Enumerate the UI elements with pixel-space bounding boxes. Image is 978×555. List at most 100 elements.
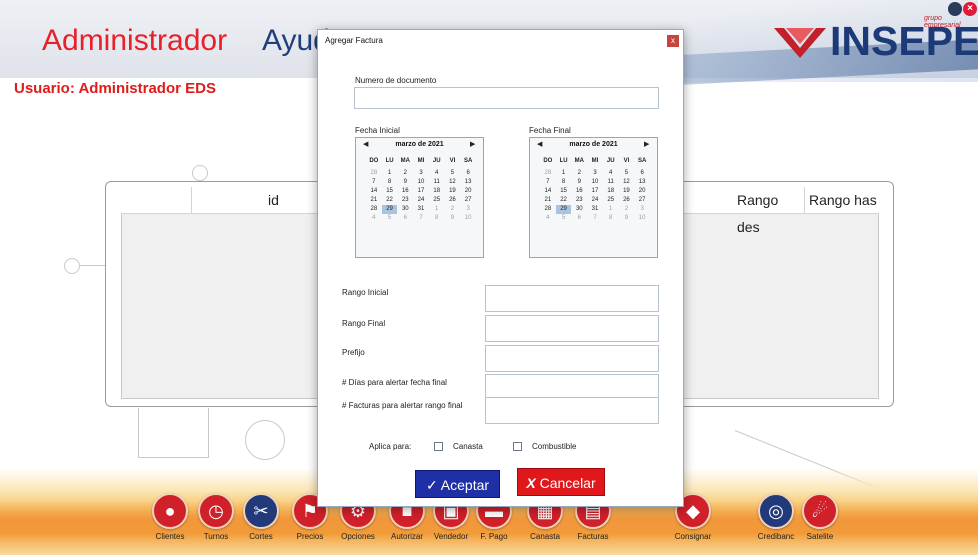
- calendar-day[interactable]: 5: [445, 169, 461, 178]
- calendar-day[interactable]: 12: [619, 178, 635, 187]
- column-header-id[interactable]: id: [192, 187, 318, 214]
- prefijo-input[interactable]: [485, 345, 659, 372]
- calendar-day[interactable]: 22: [382, 196, 398, 205]
- calendar-day[interactable]: 30: [571, 205, 587, 214]
- close-app-icon[interactable]: ×: [963, 2, 977, 16]
- calendar-day[interactable]: 3: [413, 169, 429, 178]
- calendar-day[interactable]: 5: [382, 214, 398, 223]
- calendar-day[interactable]: 31: [413, 205, 429, 214]
- calendar-day[interactable]: 11: [603, 178, 619, 187]
- dias-alerta-input[interactable]: [485, 374, 659, 399]
- calendar-day[interactable]: 1: [429, 205, 445, 214]
- calendar-day[interactable]: 14: [366, 187, 382, 196]
- calendar-day[interactable]: 1: [556, 169, 572, 178]
- minimize-icon[interactable]: [948, 2, 962, 16]
- calendar-day[interactable]: 24: [587, 196, 603, 205]
- cancel-button[interactable]: X Cancelar: [517, 468, 605, 496]
- calendar-day[interactable]: 6: [460, 169, 476, 178]
- calendar-day[interactable]: 27: [460, 196, 476, 205]
- calendar-day[interactable]: 7: [540, 178, 556, 187]
- calendar-day[interactable]: 6: [571, 214, 587, 223]
- calendar-day[interactable]: 4: [429, 169, 445, 178]
- calendar-day[interactable]: 23: [571, 196, 587, 205]
- calendar-day[interactable]: 8: [603, 214, 619, 223]
- calendar-day[interactable]: 12: [445, 178, 461, 187]
- calendar-day[interactable]: 29: [555, 205, 572, 214]
- calendar-day[interactable]: 16: [397, 187, 413, 196]
- calendar-day[interactable]: 4: [540, 214, 556, 223]
- calendar-day[interactable]: 8: [556, 178, 572, 187]
- calendar-next-icon[interactable]: ▶: [470, 138, 475, 152]
- rango-inicial-input[interactable]: [485, 285, 659, 312]
- combustible-checkbox[interactable]: [513, 442, 522, 451]
- calendar-day[interactable]: 13: [460, 178, 476, 187]
- calendar-day[interactable]: 26: [445, 196, 461, 205]
- calendar-day[interactable]: 2: [619, 205, 635, 214]
- calendar-day[interactable]: 16: [571, 187, 587, 196]
- calendar-day[interactable]: 7: [587, 214, 603, 223]
- facturas-alerta-input[interactable]: [485, 397, 659, 424]
- calendar-day[interactable]: 9: [619, 214, 635, 223]
- calendar-day[interactable]: 5: [556, 214, 572, 223]
- calendar-day[interactable]: 8: [429, 214, 445, 223]
- calendar-day[interactable]: 2: [397, 169, 413, 178]
- calendar-month[interactable]: marzo de 2021: [530, 138, 657, 152]
- calendar-day[interactable]: 7: [366, 178, 382, 187]
- calendar-fecha-final[interactable]: ◀ marzo de 2021 ▶ DO LU MA MI JU VI SA 2…: [529, 137, 658, 258]
- calendar-day[interactable]: 25: [603, 196, 619, 205]
- calendar-day[interactable]: 28: [366, 205, 382, 214]
- calendar-day[interactable]: 17: [587, 187, 603, 196]
- calendar-day[interactable]: 25: [429, 196, 445, 205]
- rango-final-input[interactable]: [485, 315, 659, 342]
- calendar-day[interactable]: 20: [634, 187, 650, 196]
- calendar-day[interactable]: 9: [571, 178, 587, 187]
- calendar-day[interactable]: 13: [634, 178, 650, 187]
- calendar-day[interactable]: 19: [619, 187, 635, 196]
- dock-satelite[interactable]: ☄ Satelite: [792, 493, 848, 541]
- calendar-day[interactable]: 30: [397, 205, 413, 214]
- calendar-day[interactable]: 8: [382, 178, 398, 187]
- accept-button[interactable]: ✓ Aceptar: [415, 470, 500, 498]
- calendar-day[interactable]: 24: [413, 196, 429, 205]
- doc-number-input[interactable]: [354, 87, 659, 109]
- calendar-day[interactable]: 21: [366, 196, 382, 205]
- calendar-day[interactable]: 9: [397, 178, 413, 187]
- calendar-day[interactable]: 11: [429, 178, 445, 187]
- calendar-day[interactable]: 10: [634, 214, 650, 223]
- calendar-day[interactable]: 3: [634, 205, 650, 214]
- calendar-day[interactable]: 4: [603, 169, 619, 178]
- calendar-day[interactable]: 26: [619, 196, 635, 205]
- calendar-day[interactable]: 17: [413, 187, 429, 196]
- calendar-day[interactable]: 20: [460, 187, 476, 196]
- calendar-month[interactable]: marzo de 2021: [356, 138, 483, 152]
- calendar-day[interactable]: 1: [603, 205, 619, 214]
- calendar-next-icon[interactable]: ▶: [644, 138, 649, 152]
- calendar-day[interactable]: 28: [540, 205, 556, 214]
- calendar-day[interactable]: 23: [397, 196, 413, 205]
- calendar-day[interactable]: 3: [587, 169, 603, 178]
- calendar-day[interactable]: 2: [571, 169, 587, 178]
- calendar-day[interactable]: 28: [366, 169, 382, 178]
- calendar-days[interactable]: 28 1 2 3 4 5 6 7 8 9 10 11 12 13 14 15 16 17 18 19 20 21 22 23 2…: [540, 169, 650, 223]
- calendar-day[interactable]: 7: [413, 214, 429, 223]
- calendar-day[interactable]: 5: [619, 169, 635, 178]
- calendar-day[interactable]: 27: [634, 196, 650, 205]
- calendar-day[interactable]: 1: [382, 169, 398, 178]
- calendar-day[interactable]: 22: [556, 196, 572, 205]
- calendar-day[interactable]: 6: [634, 169, 650, 178]
- calendar-day[interactable]: 15: [556, 187, 572, 196]
- column-header-rango-hasta[interactable]: Rango has: [805, 187, 879, 214]
- canasta-checkbox[interactable]: [434, 442, 443, 451]
- calendar-day[interactable]: 29: [381, 205, 398, 214]
- calendar-day[interactable]: 2: [445, 205, 461, 214]
- calendar-day[interactable]: 10: [413, 178, 429, 187]
- dock-cortes[interactable]: ✂ Cortes: [233, 493, 289, 541]
- column-header-rango-desde[interactable]: Rango des: [733, 187, 805, 235]
- calendar-day[interactable]: 10: [460, 214, 476, 223]
- calendar-day[interactable]: 6: [397, 214, 413, 223]
- calendar-day[interactable]: 31: [587, 205, 603, 214]
- calendar-day[interactable]: 28: [540, 169, 556, 178]
- calendar-day[interactable]: 4: [366, 214, 382, 223]
- calendar-day[interactable]: 3: [460, 205, 476, 214]
- calendar-day[interactable]: 15: [382, 187, 398, 196]
